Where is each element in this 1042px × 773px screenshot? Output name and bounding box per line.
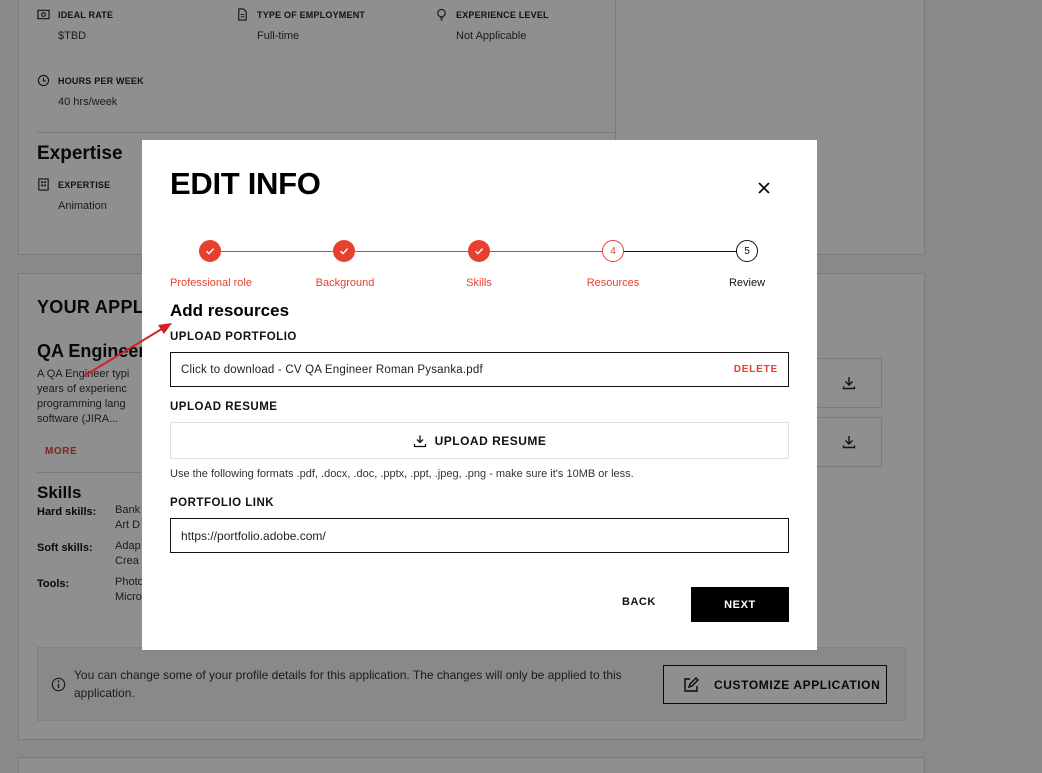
- step-5-number: 5: [744, 245, 750, 257]
- check-icon: [206, 248, 215, 255]
- step-4-circle[interactable]: 4: [602, 240, 624, 262]
- download-icon: [413, 435, 426, 447]
- portfolio-file-link[interactable]: Click to download - CV QA Engineer Roman…: [181, 364, 483, 376]
- portfolio-file-row: Click to download - CV QA Engineer Roman…: [170, 352, 789, 387]
- portfolio-link-label: PORTFOLIO LINK: [170, 497, 275, 509]
- portfolio-link-input[interactable]: [170, 518, 789, 553]
- check-icon: [475, 248, 484, 255]
- step-label-resources[interactable]: Resources: [587, 277, 640, 289]
- close-icon: [758, 182, 770, 194]
- step-label-background[interactable]: Background: [316, 277, 375, 289]
- check-icon: [340, 248, 349, 255]
- close-button[interactable]: [754, 178, 774, 198]
- step-4-number: 4: [610, 245, 616, 257]
- step-label-skills[interactable]: Skills: [466, 277, 492, 289]
- step-1-circle[interactable]: [199, 240, 221, 262]
- stepper-progress-line: [220, 251, 667, 252]
- stepper-remaining-line: [623, 251, 746, 252]
- step-5-circle[interactable]: 5: [736, 240, 758, 262]
- step-label-review[interactable]: Review: [729, 277, 765, 289]
- upload-portfolio-label: UPLOAD PORTFOLIO: [170, 331, 297, 343]
- upload-resume-label: UPLOAD RESUME: [170, 401, 278, 413]
- edit-info-modal: EDIT INFO 4 5 Professional role Backgrou…: [142, 140, 817, 650]
- step-3-circle[interactable]: [468, 240, 490, 262]
- next-button[interactable]: NEXT: [691, 587, 789, 622]
- format-hint: Use the following formats .pdf, .docx, .…: [170, 468, 634, 480]
- section-title: Add resources: [170, 301, 290, 320]
- modal-title: EDIT INFO: [170, 166, 321, 201]
- upload-resume-button-label: UPLOAD RESUME: [434, 433, 547, 448]
- delete-button[interactable]: DELETE: [734, 364, 778, 375]
- step-2-circle[interactable]: [333, 240, 355, 262]
- upload-resume-button[interactable]: UPLOAD RESUME: [170, 422, 789, 459]
- back-button[interactable]: BACK: [622, 596, 656, 608]
- step-label-professional-role[interactable]: Professional role: [170, 277, 252, 289]
